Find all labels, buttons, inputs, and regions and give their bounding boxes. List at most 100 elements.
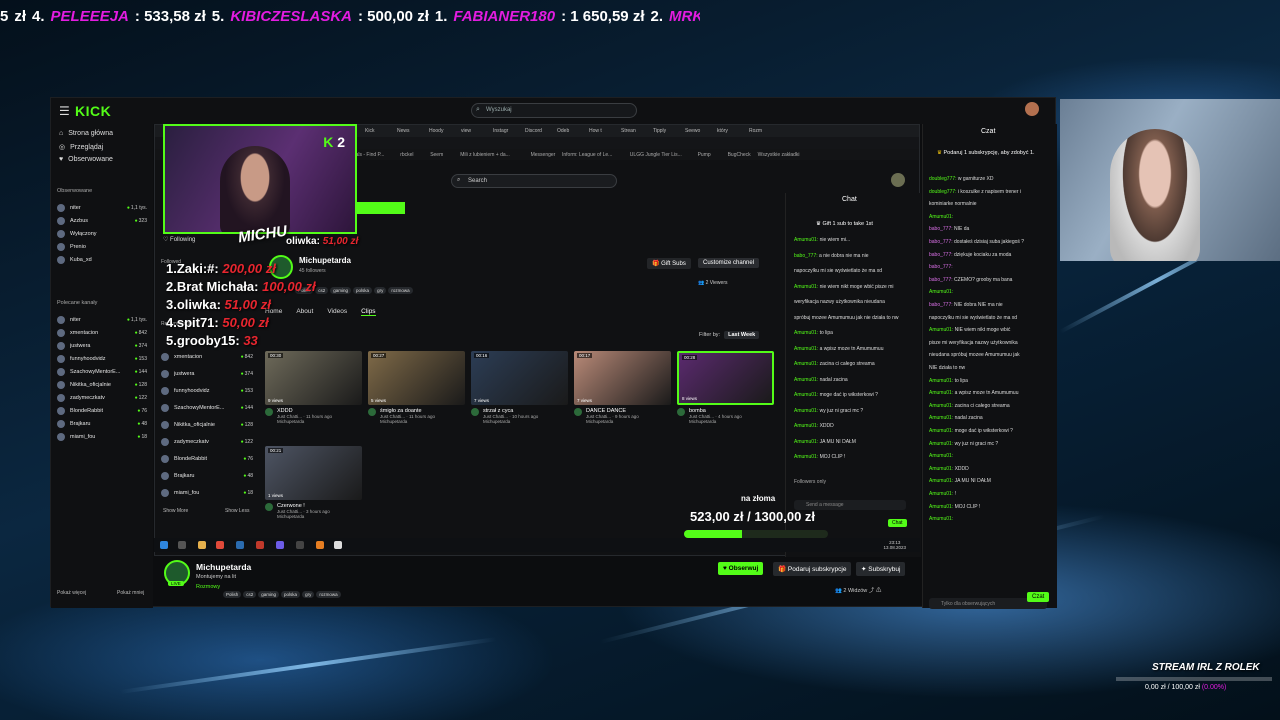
chrome-icon[interactable] <box>216 541 224 549</box>
bookmark-item[interactable]: Seem <box>430 152 443 158</box>
recommended-channel[interactable]: funnyhoodvidz ●153 <box>57 353 147 364</box>
clip-thumbnail[interactable]: 00:21 1 views <box>265 446 362 500</box>
chat-username[interactable]: Amumu01: <box>794 454 820 460</box>
clip-author[interactable]: Michupetarda <box>265 514 362 519</box>
clip-card[interactable]: 00:16 7 views strzał z cyca Just Chatti... … <box>471 351 568 424</box>
inner-recommended-channel[interactable]: xmentacion ●842 <box>161 351 253 362</box>
chat-username[interactable]: Amumu01: <box>929 504 955 510</box>
browser-tab[interactable]: view <box>461 128 471 134</box>
recommended-channel[interactable]: BlondeRabbit ●76 <box>57 405 147 416</box>
browser-tab[interactable]: How t <box>589 128 602 134</box>
chat-username[interactable]: Amumu01: <box>929 378 955 384</box>
recommended-channel[interactable]: xmentacion ●842 <box>57 327 147 338</box>
nav-browse[interactable]: ◎ Przeglądaj <box>59 143 103 152</box>
clip-card[interactable]: 00:27 5 views śmigło za doante Just Chatti.… <box>368 351 465 424</box>
inner-show-more[interactable]: Show More <box>163 508 188 514</box>
inner-gift-banner[interactable]: ♛ Gift 1 sub to take 1st <box>816 221 873 227</box>
clip-card[interactable]: 00:21 1 views Czerwone ! Just Chatti... · 3… <box>265 446 362 519</box>
chat-username[interactable]: Amumu01: <box>794 237 820 243</box>
followed-channel[interactable]: Prenio <box>57 241 147 252</box>
bookmark-item[interactable]: Inform: League of Le... <box>562 152 612 158</box>
browser-tab[interactable]: Instagr <box>493 128 508 134</box>
browser-tab[interactable]: Discord <box>525 128 542 134</box>
tab-clips[interactable]: Clips <box>361 308 376 316</box>
chat-username[interactable]: Amumu01: <box>794 377 820 383</box>
clip-author[interactable]: Michupetarda <box>368 419 465 424</box>
search-icon[interactable] <box>178 541 186 549</box>
tag[interactable]: polska <box>281 591 301 598</box>
gift-subs-button[interactable]: 🎁 Gift Subs <box>647 258 691 269</box>
search-input[interactable]: ⌕ Wyszukaj <box>471 103 637 118</box>
chat-username[interactable]: Amumu01: <box>929 466 955 472</box>
tag[interactable]: rozmowa <box>316 591 341 598</box>
clip-title[interactable]: strzał z cyca <box>471 408 568 416</box>
chat-username[interactable]: Amumu01: <box>929 428 955 434</box>
chat-username[interactable]: Amumu01: <box>929 491 955 497</box>
menu-icon[interactable]: ☰ <box>59 104 70 118</box>
tag[interactable]: cs2 <box>243 591 257 598</box>
gift-banner[interactable]: ♛ Podaruj 1 subskrypcję, aby zdobyć 1. <box>937 150 1047 161</box>
chat-username[interactable]: Amumu01: <box>929 390 955 396</box>
bookmark-item[interactable]: Messenger <box>531 152 556 158</box>
discord-icon[interactable] <box>276 541 284 549</box>
recommended-channel[interactable]: zadymeczkatv ●122 <box>57 392 147 403</box>
app-icon[interactable] <box>316 541 324 549</box>
chat-username[interactable]: Amumu01: <box>929 516 953 522</box>
user-avatar[interactable] <box>1025 102 1039 116</box>
clip-title[interactable]: XDDD <box>265 408 362 416</box>
clip-title[interactable]: bomba <box>677 408 774 416</box>
inner-recommended-channel[interactable]: Brajkaru ●48 <box>161 470 253 481</box>
chat-username[interactable]: babo_777: <box>929 277 954 283</box>
tag[interactable]: gry <box>374 287 387 294</box>
chat-username[interactable]: Amumu01: <box>794 284 820 290</box>
tag[interactable]: rozmowa <box>388 287 413 294</box>
gift-subscription-button[interactable]: 🎁 Podaruj subskrypcje <box>773 562 852 576</box>
clip-card[interactable]: 00:30 9 views XDDD Just Chatti... · 11 hour… <box>265 351 362 424</box>
nav-following[interactable]: ♥ Obserwowane <box>59 156 113 163</box>
chat-send-button[interactable]: Czat <box>1027 592 1050 602</box>
tag[interactable]: cs2 <box>315 287 329 294</box>
browser-tab[interactable]: News <box>397 128 410 134</box>
recommended-channel[interactable]: Brajkaru ●48 <box>57 418 147 429</box>
followed-channel[interactable]: Azzbus ●323 <box>57 215 147 226</box>
chat-username[interactable]: Amumu01: <box>794 439 820 445</box>
clip-thumbnail[interactable]: 00:28 8 views <box>677 351 774 405</box>
tag[interactable]: polska <box>353 287 373 294</box>
tag[interactable]: gry <box>302 591 315 598</box>
chat-username[interactable]: babo_777: <box>929 226 954 232</box>
bookmark-item[interactable]: ULGG Jungle Tier Lis... <box>630 152 682 158</box>
followed-channel[interactable]: Kuba_xd <box>57 254 147 265</box>
chat-username[interactable]: Amumu01: <box>929 478 955 484</box>
browser-tab[interactable]: który <box>717 128 728 134</box>
browser-tab[interactable]: Hoody <box>429 128 443 134</box>
chat-username[interactable]: Amumu01: <box>794 423 820 429</box>
inner-recommended-channel[interactable]: BlondeRabbit ●76 <box>161 453 253 464</box>
clip-thumbnail[interactable]: 00:16 7 views <box>471 351 568 405</box>
folder-icon[interactable] <box>198 541 206 549</box>
bookmark-item[interactable]: rbckel <box>400 152 413 158</box>
chat-username[interactable]: babo_777: <box>929 239 954 245</box>
inner-recommended-channel[interactable]: zadymeczkatv ●122 <box>161 436 253 447</box>
bookmark-item[interactable]: Wszystkie zakładki <box>758 152 800 158</box>
inner-recommended-channel[interactable]: funnyhoodvidz ●153 <box>161 385 253 396</box>
chat-username[interactable]: doubleg777: <box>929 189 958 195</box>
inner-show-less[interactable]: Show Less <box>225 508 249 514</box>
chat-username[interactable]: Amumu01: <box>929 289 953 295</box>
clip-author[interactable]: Michupetarda <box>471 419 568 424</box>
app-icon[interactable] <box>334 541 342 549</box>
inner-recommended-channel[interactable]: Nikitka_oficjalnie ●128 <box>161 419 253 430</box>
clip-card[interactable]: 00:28 8 views bomba Just Chatti... · 4 hour… <box>677 351 774 424</box>
windows-start-icon[interactable] <box>160 541 168 549</box>
chat-username[interactable]: Amumu01: <box>929 415 955 421</box>
recommended-channel[interactable]: niter ●1,1 tys. <box>57 314 147 325</box>
subscribe-button[interactable]: ✦ Subskrybuj <box>856 562 906 576</box>
chat-username[interactable]: Amumu01: <box>794 408 820 414</box>
browser-tab[interactable]: Odeb <box>557 128 569 134</box>
chat-username[interactable]: Amumu01: <box>929 214 953 220</box>
browser-tab[interactable]: Rozm <box>749 128 762 134</box>
filter-dropdown[interactable]: Filter by: Last Week <box>699 331 760 339</box>
clip-thumbnail[interactable]: 00:27 5 views <box>368 351 465 405</box>
bookmark-item[interactable]: Pump <box>698 152 711 158</box>
chat-username[interactable]: Amumu01: <box>794 330 820 336</box>
inner-user-avatar[interactable] <box>891 173 905 187</box>
